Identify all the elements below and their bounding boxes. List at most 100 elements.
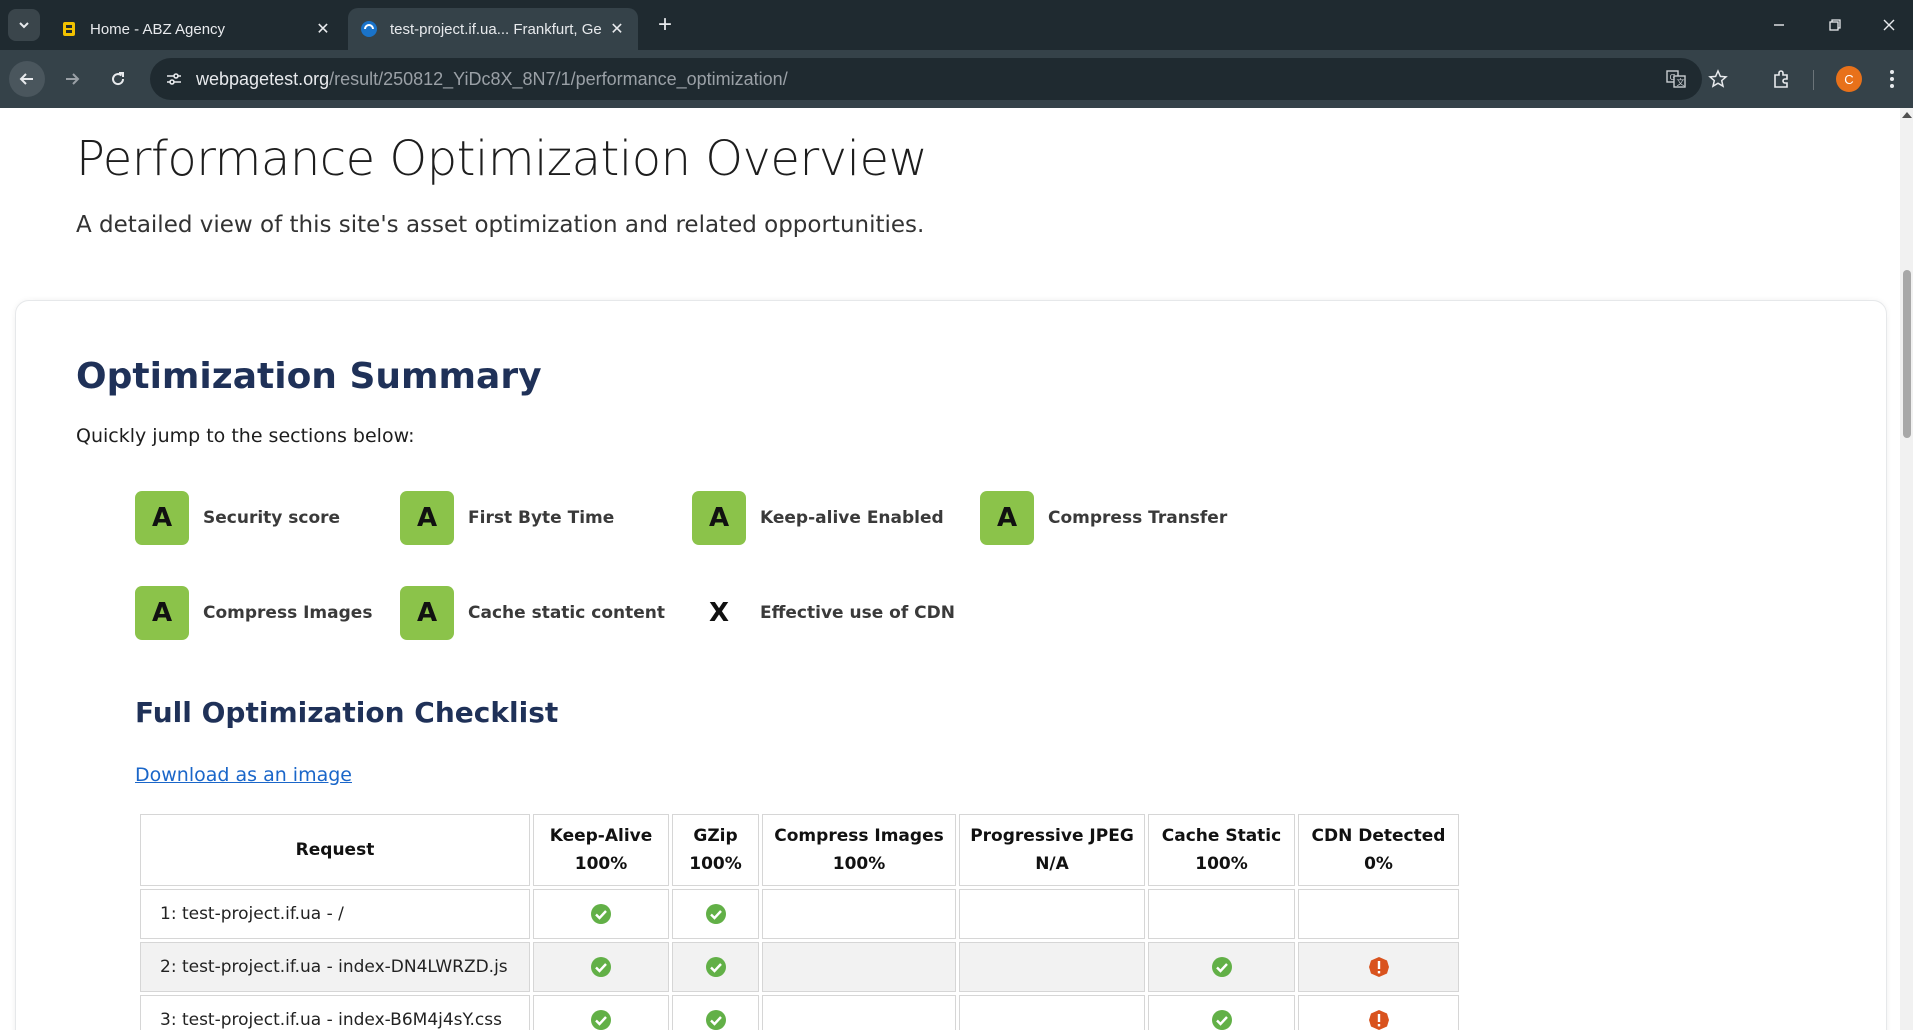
- status-cell: [959, 942, 1145, 992]
- restore-icon: [1829, 19, 1841, 31]
- grade-keep-alive[interactable]: A Keep-alive Enabled: [692, 491, 944, 545]
- status-cell: [762, 889, 956, 939]
- grade-compress-transfer[interactable]: A Compress Transfer: [980, 491, 1227, 545]
- translate-button[interactable]: G文: [1662, 65, 1690, 93]
- column-header-request: Request: [140, 814, 530, 886]
- arrow-right-icon: [66, 73, 80, 85]
- browser-menu-button[interactable]: [1876, 63, 1908, 95]
- tune-icon: [167, 73, 181, 85]
- minimize-icon: [1774, 24, 1784, 26]
- grade-badge: A: [135, 491, 189, 545]
- reload-button[interactable]: [100, 61, 136, 97]
- restore-button[interactable]: [1818, 8, 1852, 42]
- forward-button[interactable]: [54, 61, 90, 97]
- tab-strip: Home - ABZ Agency ✕ test-project.if.ua..…: [0, 0, 1913, 50]
- close-tab-icon[interactable]: ✕: [314, 20, 332, 38]
- column-name: Compress Images: [774, 826, 944, 846]
- warning-icon: [1368, 1010, 1389, 1030]
- address-bar[interactable]: webpagetest.org/result/250812_YiDc8X_8N7…: [150, 58, 1702, 100]
- status-cell: [672, 995, 759, 1030]
- grade-cache-static[interactable]: A Cache static content: [400, 586, 665, 640]
- abz-favicon-icon: [63, 22, 75, 36]
- column-name: Progressive JPEG: [970, 826, 1134, 846]
- summary-intro: Quickly jump to the sections below:: [76, 425, 415, 447]
- site-info-button[interactable]: [160, 65, 188, 93]
- optimization-checklist-table: Request Keep-Alive 100% GZip 100% Compress…: [137, 811, 1462, 1030]
- column-name: Request: [295, 840, 375, 860]
- check-circle-icon: [705, 957, 726, 977]
- scrollbar-thumb[interactable]: [1903, 270, 1911, 438]
- grade-label: Effective use of CDN: [760, 603, 955, 623]
- minimize-button[interactable]: [1762, 8, 1796, 42]
- status-cell: [959, 995, 1145, 1030]
- grade-label: Security score: [203, 508, 341, 528]
- page-viewport: Performance Optimization Overview A deta…: [0, 108, 1900, 1030]
- check-circle-icon: [591, 904, 611, 924]
- column-value: 100%: [689, 854, 742, 874]
- column-name: CDN Detected: [1311, 826, 1446, 846]
- page-scrollbar[interactable]: [1900, 108, 1913, 1030]
- tab-abz-agency[interactable]: Home - ABZ Agency ✕: [48, 8, 344, 50]
- url-path: /result/250812_YiDc8X_8N7/1/performance_…: [329, 69, 788, 89]
- check-circle-icon: [705, 1010, 726, 1030]
- table-row: 2: test-project.if.ua - index-DN4LWRZD.j…: [140, 942, 1459, 992]
- column-value: 100%: [574, 854, 628, 874]
- warning-icon: [1368, 957, 1389, 977]
- url-text: webpagetest.org/result/250812_YiDc8X_8N7…: [196, 69, 788, 90]
- status-cell: [959, 889, 1145, 939]
- table-header-row: Request Keep-Alive 100% GZip 100% Compress…: [140, 814, 1459, 886]
- new-tab-button[interactable]: +: [651, 11, 679, 39]
- scroll-up-arrow-icon[interactable]: [1902, 112, 1912, 118]
- grade-label: Keep-alive Enabled: [760, 508, 944, 528]
- column-header-cdn-detected: CDN Detected 0%: [1298, 814, 1459, 886]
- grade-badge: A: [400, 491, 454, 545]
- translate-icon: G文: [1666, 70, 1686, 88]
- grade-badge: A: [135, 586, 189, 640]
- tab-title: test-project.if.ua... Frankfurt, Ge: [390, 20, 602, 38]
- toolbar-divider: [1813, 70, 1814, 90]
- status-cell: [533, 942, 669, 992]
- column-header-gzip: GZip 100%: [672, 814, 759, 886]
- bookmark-button[interactable]: [1702, 63, 1734, 95]
- check-circle-icon: [591, 957, 611, 977]
- status-cell: [533, 995, 669, 1030]
- close-window-button[interactable]: [1872, 8, 1906, 42]
- status-cell: [533, 889, 669, 939]
- column-value: N/A: [1035, 854, 1069, 874]
- column-header-progressive-jpeg: Progressive JPEG N/A: [959, 814, 1145, 886]
- column-value: 0%: [1364, 854, 1393, 874]
- grade-first-byte-time[interactable]: A First Byte Time: [400, 491, 614, 545]
- puzzle-icon: [1774, 70, 1788, 88]
- status-cell: [1298, 889, 1459, 939]
- close-icon: [1883, 19, 1895, 31]
- reload-icon: [112, 72, 125, 86]
- browser-toolbar: webpagetest.org/result/250812_YiDc8X_8N7…: [0, 50, 1913, 108]
- status-cell: [1298, 942, 1459, 992]
- star-icon: [1708, 69, 1728, 88]
- column-value: 100%: [832, 854, 886, 874]
- table-row: 3: test-project.if.ua - index-B6M4j4sY.c…: [140, 995, 1459, 1030]
- column-header-cache-static: Cache Static 100%: [1148, 814, 1295, 886]
- status-cell: [1298, 995, 1459, 1030]
- extensions-button[interactable]: [1765, 63, 1797, 95]
- status-cell: [762, 995, 956, 1030]
- download-image-link[interactable]: Download as an image: [135, 764, 352, 786]
- summary-title: Optimization Summary: [76, 356, 542, 397]
- chevron-down-icon: [19, 22, 29, 29]
- back-button[interactable]: [9, 61, 45, 97]
- svg-text:文: 文: [1677, 77, 1685, 87]
- grade-label: First Byte Time: [468, 508, 615, 528]
- column-name: Cache Static: [1161, 826, 1282, 846]
- status-cell: [672, 889, 759, 939]
- table-row: 1: test-project.if.ua - /: [140, 889, 1459, 939]
- grade-security-score[interactable]: A Security score: [135, 491, 340, 545]
- tab-webpagetest[interactable]: test-project.if.ua... Frankfurt, Ge ✕: [348, 8, 638, 50]
- check-circle-icon: [705, 904, 726, 924]
- profile-avatar[interactable]: C: [1836, 66, 1862, 92]
- grade-cdn[interactable]: X Effective use of CDN: [692, 586, 955, 640]
- status-cell: [1148, 889, 1295, 939]
- column-header-keep-alive: Keep-Alive 100%: [533, 814, 669, 886]
- close-tab-icon[interactable]: ✕: [608, 20, 626, 38]
- grade-compress-images[interactable]: A Compress Images: [135, 586, 372, 640]
- tab-search-button[interactable]: [8, 9, 40, 41]
